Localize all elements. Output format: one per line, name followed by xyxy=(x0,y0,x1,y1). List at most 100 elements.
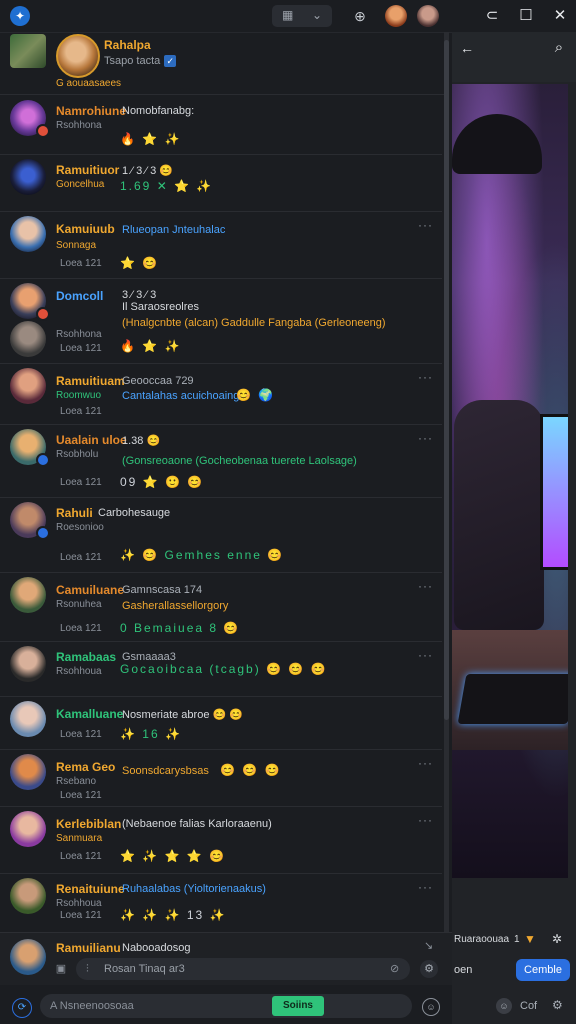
close-icon[interactable]: ✕ xyxy=(550,6,570,26)
author-name: Ramuitiuam xyxy=(56,374,125,388)
message-item[interactable]: Domcoll 3 ⁄ 3 ⁄ 3 Il Saraosreolres (Hnal… xyxy=(0,279,442,364)
verified-icon: ✓ xyxy=(164,55,177,67)
reactions[interactable]: ⭐ ✨ ⭐ ⭐ 😊 xyxy=(120,849,226,863)
message-item[interactable]: Rema Geo Soonsdcarysbsas Rsebano Loea 12… xyxy=(0,750,442,807)
author-name: Rahuli xyxy=(56,506,93,520)
more-icon[interactable]: ··· xyxy=(418,648,433,662)
message-item[interactable]: Kamalluane Nosmeriate abroe 😊 😊 Loea 121… xyxy=(0,697,442,750)
timestamp: Loea 121 xyxy=(60,790,102,801)
group-subtitle: Tsapo tacta ✓ xyxy=(104,55,177,67)
author-handle: Rsohhona xyxy=(56,329,102,340)
message-text: 1 ⁄ 3 ⁄ 3 😊 xyxy=(122,165,174,177)
add-icon[interactable]: ⊕ xyxy=(350,6,370,26)
message-item[interactable]: Rahuli Carbohesauge Roesonioo Loea 121 ✨… xyxy=(0,498,442,573)
timestamp: Loea 121 xyxy=(60,477,102,488)
timestamp: Loea 121 xyxy=(60,851,102,862)
emoji-icon[interactable]: ☺ xyxy=(422,998,440,1016)
timestamp: Loea 121 xyxy=(60,343,102,354)
avatar xyxy=(10,577,46,613)
avatar xyxy=(10,811,46,847)
more-icon[interactable]: ··· xyxy=(418,756,433,770)
message-body: (Hnalgcnbte (alcan) Gaddulle Fangaba (Ge… xyxy=(122,317,386,329)
message-body: Gasherallassellorgory xyxy=(122,600,229,612)
attach-icon[interactable]: ▣ xyxy=(54,962,68,976)
image-lamp xyxy=(452,114,542,174)
more-icon[interactable]: ··· xyxy=(418,880,433,894)
message-item[interactable]: Kamuiuub Rlueopan Jnteuhalac Sonnaga Loe… xyxy=(0,212,442,279)
send-button[interactable]: Soiins xyxy=(272,996,324,1016)
back-icon[interactable]: ← xyxy=(458,40,476,58)
user-avatar[interactable] xyxy=(417,5,439,27)
message-text: Nosmeriate abroe 😊 😊 xyxy=(122,709,243,721)
reactions[interactable]: 😊 😊 😊 xyxy=(220,763,282,777)
message-item[interactable]: Uaalain uloe 1.38 😊 Rsobholu (Gonsreoaon… xyxy=(0,425,442,498)
message-subtext: Il Saraosreolres xyxy=(122,301,200,313)
media-input-text[interactable]: oen xyxy=(454,964,472,976)
settings-icon[interactable]: ⚙ xyxy=(552,998,563,1012)
author-name: Ramabaas xyxy=(56,650,117,664)
message-item[interactable]: Namrohiune Nomobfanabg: Rsohhona 🔥 ⭐ ✨ xyxy=(0,96,442,155)
sync-icon[interactable]: ⟳ xyxy=(12,998,32,1018)
author-handle: Sonnaga xyxy=(56,240,97,251)
minimize-icon[interactable]: ⊂ xyxy=(482,6,502,26)
message-item[interactable]: Ramuitiuam Geooccaa 729 Cantalahas acuic… xyxy=(0,364,442,425)
confirm-button[interactable]: Cemble xyxy=(516,959,570,981)
group-header[interactable]: Rahalpa Tsapo tacta ✓ G aouaasaees xyxy=(0,32,448,95)
view-switcher[interactable]: ▦ ⌄ xyxy=(272,5,332,27)
avatar xyxy=(10,159,46,195)
author-name: Domcoll xyxy=(56,289,104,303)
reply-input[interactable]: ⫶ Rosan Tinaq ar3 ⊘ xyxy=(76,958,410,980)
reactions[interactable]: ✨ ✨ ✨ 13 ✨ xyxy=(120,908,226,922)
reactions[interactable]: 🔥 ⭐ ✨ xyxy=(120,339,182,353)
more-icon[interactable]: ··· xyxy=(418,218,433,232)
reactions[interactable]: 1.69 ✕ ⭐ ✨ xyxy=(120,179,213,193)
app-logo-icon[interactable]: ✦ xyxy=(10,6,30,26)
message-input-placeholder: A Nsneenoosoaa xyxy=(50,1000,134,1012)
reactions[interactable]: 🔥 ⭐ ✨ xyxy=(120,132,182,146)
message-text: Soonsdcarysbsas xyxy=(122,765,209,777)
reactions[interactable]: Gocaoibcaa (tcagb) 😊 😊 😊 xyxy=(120,662,328,676)
reaction-icon[interactable]: ☺ xyxy=(496,998,512,1014)
reactions[interactable]: 09 ⭐ 🙂 😊 xyxy=(120,475,204,489)
message-body: (Gonsreoaone (Gocheobenaa tuerete Laolsa… xyxy=(122,455,357,467)
share-icon[interactable]: ✲ xyxy=(552,932,562,946)
author-name: Kerlebiblan xyxy=(56,817,122,831)
message-item[interactable]: Kerlebiblan (Nebaenoe falias Karloraaenu… xyxy=(0,807,442,874)
message-item[interactable]: Camuiluane Gamnscasa 174 Gasherallassell… xyxy=(0,573,442,642)
avatar[interactable] xyxy=(385,5,407,27)
reactions[interactable]: ⭐ 😊 xyxy=(120,256,159,270)
message-item[interactable]: Ramabaas Gsmaaaa3 Rsohhoua Gocaoibcaa (t… xyxy=(0,642,442,697)
mic-icon[interactable]: ⊘ xyxy=(390,962,399,975)
reply-input-text: Rosan Tinaq ar3 xyxy=(104,963,185,975)
author-handle: Rsonuhea xyxy=(56,599,102,610)
more-icon[interactable]: ··· xyxy=(418,579,433,593)
scrollbar-thumb[interactable] xyxy=(444,40,449,720)
message-item[interactable]: Ramuitiuor 1 ⁄ 3 ⁄ 3 😊 Goncelhua 1.69 ✕ … xyxy=(0,155,442,212)
message-item[interactable]: Renaituiune Ruhaalabas (Yioltorienaakus)… xyxy=(0,874,442,930)
settings-icon[interactable]: ⚙ xyxy=(420,960,438,978)
more-icon[interactable]: ··· xyxy=(418,813,433,827)
shared-image[interactable] xyxy=(452,84,568,878)
message-input[interactable]: A Nsneenoosoaa xyxy=(40,994,412,1018)
author-name: Renaituiune xyxy=(56,882,125,896)
view-grid-icon: ▦ xyxy=(282,8,294,22)
reactions[interactable]: 0 Bemaiuea 8 😊 xyxy=(120,621,240,635)
reactions[interactable]: 😊 🌍 xyxy=(236,388,275,402)
maximize-icon[interactable]: ☐ xyxy=(516,6,536,26)
expand-icon[interactable]: ↘ xyxy=(424,939,433,952)
more-icon[interactable]: ··· xyxy=(418,431,433,445)
bottom-right-text: Cof xyxy=(520,1000,538,1012)
timestamp: Loea 121 xyxy=(60,729,102,740)
chevron-down-icon: ⌄ xyxy=(312,8,323,22)
status-badge xyxy=(36,124,50,138)
search-icon[interactable]: ⌕ xyxy=(550,39,568,57)
author-name: Kamalluane xyxy=(56,707,124,721)
reactions[interactable]: ✨ 16 ✨ xyxy=(120,727,182,741)
media-footer: Ruaraoouaa 1 ▼ ✲ xyxy=(452,926,576,956)
status-badge xyxy=(36,453,50,467)
title-bar: ✦ ▦ ⌄ ⊕ ⊂ ☐ ✕ xyxy=(0,0,576,33)
more-icon[interactable]: ··· xyxy=(418,370,433,384)
reactions[interactable]: ✨ 😊 Gemhes enne 😊 xyxy=(120,548,284,562)
avatar xyxy=(10,701,46,737)
group-thumbnail xyxy=(10,34,46,68)
